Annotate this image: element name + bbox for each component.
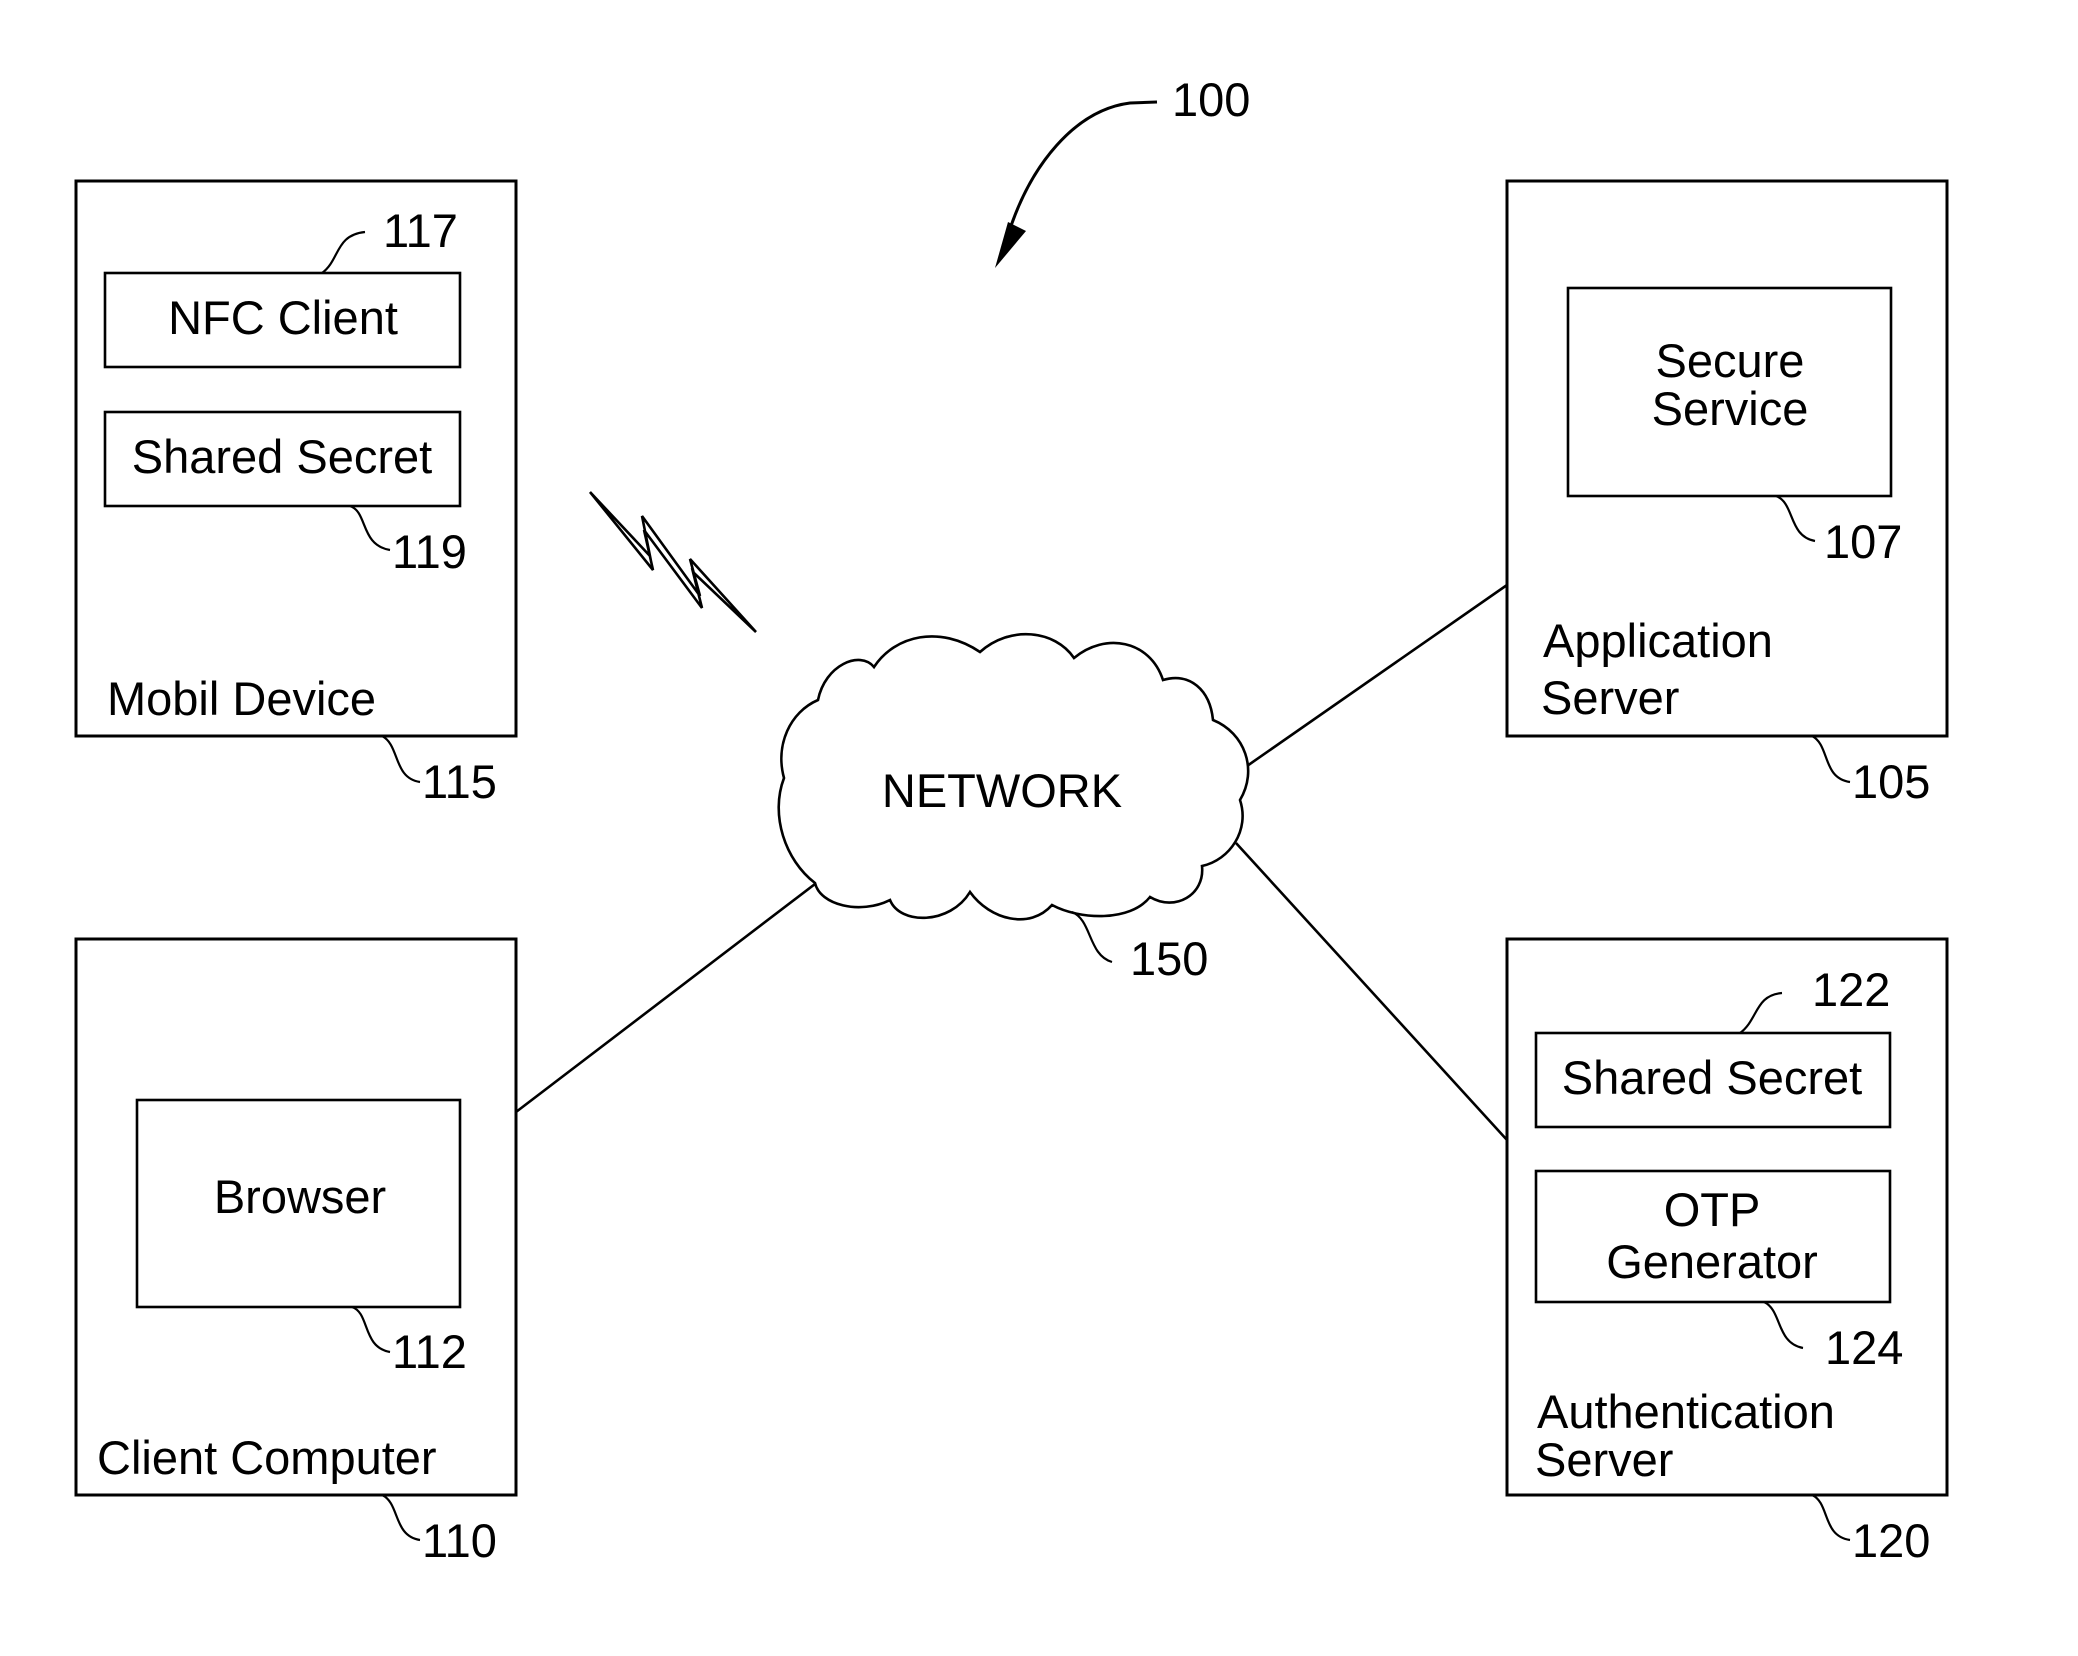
mobile-shared-secret-label: Shared Secret <box>132 430 432 483</box>
application-server-reference: 105 <box>1852 755 1930 808</box>
wireless-link <box>588 491 757 633</box>
authentication-server-reference: 120 <box>1852 1514 1930 1567</box>
mobile-device-reference: 115 <box>422 755 497 808</box>
leader-line-120 <box>1811 1493 1851 1542</box>
authentication-server-label-line1: Authentication <box>1537 1385 1835 1438</box>
authentication-server-label-line2: Server <box>1535 1433 1673 1486</box>
secure-service-reference: 107 <box>1824 515 1902 568</box>
leader-line-110 <box>381 1493 421 1542</box>
browser-label: Browser <box>214 1170 386 1223</box>
otp-generator-reference: 124 <box>1825 1321 1903 1374</box>
client-computer-label: Client Computer <box>97 1431 437 1484</box>
connection-client-to-network <box>515 882 816 1114</box>
secure-service-label-line2: Service <box>1652 382 1809 435</box>
connection-network-to-authentication-server <box>1235 842 1508 1141</box>
arrowhead-icon <box>995 222 1026 268</box>
figure-reference-100: 100 <box>995 73 1250 268</box>
lightning-bolt-icon <box>588 491 757 633</box>
mobile-shared-secret-reference: 119 <box>392 525 467 578</box>
authentication-server-node[interactable]: Shared Secret 122 OTP Generator 124 Auth… <box>1505 937 1949 1567</box>
client-computer-reference: 110 <box>422 1514 497 1567</box>
nfc-client-reference: 117 <box>383 204 458 257</box>
otp-generator-label-line2: Generator <box>1606 1235 1818 1288</box>
network-cloud[interactable]: NETWORK 150 <box>777 632 1250 985</box>
network-label: NETWORK <box>882 764 1122 817</box>
leader-line-115 <box>381 735 421 784</box>
leader-line-105 <box>1811 735 1851 784</box>
application-server-node[interactable]: Secure Service 107 Application Server 10… <box>1505 179 1949 808</box>
client-computer-node[interactable]: Browser 112 Client Computer 110 <box>74 937 518 1567</box>
secure-service-label-line1: Secure <box>1656 334 1805 387</box>
application-server-label-line1: Application <box>1543 614 1773 667</box>
nfc-client-label: NFC Client <box>168 291 398 344</box>
figure-reference-label: 100 <box>1172 73 1250 126</box>
browser-reference: 112 <box>392 1325 467 1378</box>
auth-shared-secret-label: Shared Secret <box>1562 1051 1862 1104</box>
system-diagram: 100 NETWORK 150 NFC Client 117 Shared Se… <box>74 73 1949 1567</box>
mobile-device-label: Mobil Device <box>107 672 376 725</box>
network-reference: 150 <box>1130 932 1208 985</box>
figure-reference-arrow <box>1006 100 1158 236</box>
application-server-label-line2: Server <box>1541 671 1679 724</box>
leader-line-150 <box>1071 910 1113 964</box>
auth-shared-secret-reference: 122 <box>1812 963 1890 1016</box>
otp-generator-label-line1: OTP <box>1664 1183 1761 1236</box>
connection-network-to-application-server <box>1246 583 1508 768</box>
mobile-device-node[interactable]: NFC Client 117 Shared Secret 119 Mobil D… <box>74 179 518 808</box>
